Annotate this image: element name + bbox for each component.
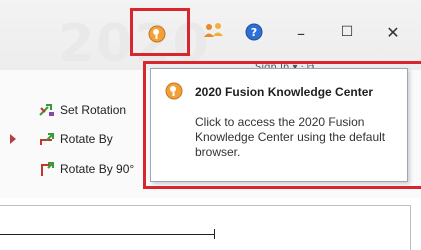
- svg-text:?: ?: [251, 26, 257, 39]
- set-rotation-button[interactable]: Set Rotation: [38, 102, 126, 118]
- rotate-by-90-label: Rotate By 90°: [60, 162, 135, 176]
- dimension-tick: [214, 229, 215, 239]
- title-bar: 2020 ? – ☐ ✕: [0, 0, 421, 74]
- close-button[interactable]: ✕: [383, 23, 403, 42]
- dimension-line: [0, 234, 215, 235]
- rotate-by-90-icon: [41, 162, 54, 176]
- minimize-button[interactable]: –: [291, 24, 311, 43]
- expand-arrow-icon[interactable]: [10, 134, 16, 144]
- rotate-by-90-button[interactable]: Rotate By 90°: [38, 161, 134, 177]
- panel-border-top: [0, 205, 410, 206]
- set-rotation-label: Set Rotation: [60, 103, 127, 117]
- tooltip-highlight: [143, 61, 421, 189]
- rotate-by-icon: [40, 133, 54, 145]
- knowledge-center-highlight: [130, 8, 190, 56]
- rotate-by-label: Rotate By: [60, 132, 113, 146]
- set-rotation-icon: [39, 104, 54, 116]
- panel-border-right: [410, 205, 411, 250]
- maximize-button[interactable]: ☐: [337, 24, 357, 40]
- rotate-by-button[interactable]: Rotate By: [38, 131, 113, 147]
- help-icon: ?: [245, 23, 263, 41]
- users-button[interactable]: [203, 22, 225, 46]
- people-icon: [204, 23, 223, 37]
- help-button[interactable]: ?: [245, 23, 263, 45]
